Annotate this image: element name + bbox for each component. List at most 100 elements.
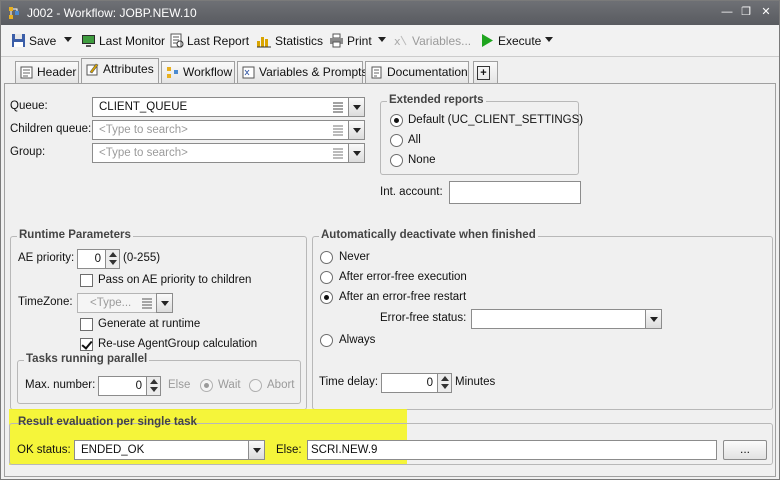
- queue-select[interactable]: CLIENT_QUEUE: [92, 97, 365, 117]
- auto-deactivate-group: Automatically deactivate when finished N…: [312, 229, 773, 410]
- deactivate-after-execution-radio[interactable]: [320, 271, 333, 284]
- print-dropdown-arrow[interactable]: [378, 37, 386, 42]
- last-report-button[interactable]: Last Report: [169, 33, 249, 51]
- time-delay-label: Time delay:: [319, 376, 379, 388]
- error-free-status-select[interactable]: [471, 309, 662, 329]
- list-icon[interactable]: [332, 101, 344, 113]
- tab-workflow[interactable]: Workflow: [161, 61, 235, 83]
- else-label: Else: [168, 379, 191, 391]
- tab-attributes[interactable]: Attributes: [81, 58, 159, 83]
- deactivate-always-radio[interactable]: [320, 334, 333, 347]
- spinner-arrows[interactable]: [146, 377, 160, 395]
- save-dropdown-arrow[interactable]: [64, 37, 72, 42]
- deactivate-after-restart-radio[interactable]: [320, 291, 333, 304]
- group-dropdown-button[interactable]: [348, 143, 365, 163]
- svg-text:x: x: [394, 35, 401, 48]
- printer-icon: [330, 33, 343, 48]
- monitor-icon: [82, 35, 95, 47]
- statistics-button[interactable]: Statistics: [256, 33, 323, 51]
- tab-bar: Header Attributes Workflow Variables & P…: [1, 57, 779, 83]
- queue-dropdown-button[interactable]: [348, 97, 365, 117]
- last-monitor-button[interactable]: Last Monitor: [81, 33, 165, 51]
- minutes-label: Minutes: [455, 376, 496, 388]
- report-all-radio[interactable]: [390, 134, 403, 147]
- maximize-button[interactable]: ❐: [738, 5, 754, 21]
- ae-priority-spinner[interactable]: 0: [77, 249, 120, 269]
- workflow-window: J002 - Workflow: JOBP.NEW.10 — ❐ ✕ Save …: [0, 0, 780, 480]
- pass-priority-checkbox[interactable]: [80, 274, 93, 287]
- extended-reports-title: Extended reports: [387, 94, 486, 106]
- variables-button[interactable]: x Variables...: [394, 33, 471, 51]
- runtime-parameters-title: Runtime Parameters: [17, 229, 133, 241]
- minimize-button[interactable]: —: [719, 5, 735, 21]
- execute-button[interactable]: Execute: [480, 33, 541, 51]
- deactivate-after-restart-label: After an error-free restart: [339, 291, 467, 303]
- ok-status-select[interactable]: ENDED_OK: [74, 440, 265, 460]
- max-number-spinner[interactable]: 0: [98, 376, 161, 396]
- play-icon: [482, 34, 493, 47]
- close-button[interactable]: ✕: [758, 5, 774, 21]
- tab-variables-prompts[interactable]: Variables & Prompts: [237, 61, 368, 83]
- ok-status-dropdown-button[interactable]: [248, 440, 265, 460]
- generate-runtime-label: Generate at runtime: [98, 318, 201, 330]
- report-none-radio[interactable]: [390, 154, 403, 167]
- deactivate-after-execution-label: After error-free execution: [339, 271, 467, 283]
- max-number-label: Max. number:: [25, 379, 96, 391]
- generate-runtime-checkbox[interactable]: [80, 318, 93, 331]
- tasks-parallel-group: Tasks running parallel Max. number: 0 El…: [17, 353, 301, 404]
- deactivate-never-label: Never: [339, 251, 370, 263]
- tab-documentation[interactable]: Documentation: [365, 61, 469, 83]
- report-default-radio[interactable]: [390, 114, 403, 127]
- int-account-input[interactable]: [449, 181, 581, 204]
- tab-documentation-label: Documentation: [387, 65, 468, 79]
- queue-value: CLIENT_QUEUE: [99, 101, 188, 113]
- result-evaluation-group: Result evaluation per single task OK sta…: [9, 416, 773, 465]
- deactivate-always-label: Always: [339, 334, 376, 346]
- workflow-icon: [167, 67, 178, 78]
- ae-priority-value: 0: [94, 253, 101, 265]
- tab-add[interactable]: +: [473, 61, 498, 83]
- else-object-input[interactable]: SCRI.NEW.9: [307, 440, 717, 460]
- abort-label: Abort: [267, 379, 295, 391]
- children-queue-label: Children queue:: [10, 123, 92, 135]
- else-object-value: SCRI.NEW.9: [311, 444, 378, 456]
- browse-button[interactable]: ...: [723, 440, 767, 460]
- last-monitor-label: Last Monitor: [99, 34, 166, 48]
- children-queue-dropdown-button[interactable]: [348, 120, 365, 140]
- documentation-icon: [371, 66, 382, 79]
- children-queue-select[interactable]: <Type to search>: [92, 120, 365, 140]
- tab-header-label: Header: [37, 65, 77, 79]
- list-icon[interactable]: [332, 124, 344, 136]
- wait-label: Wait: [218, 379, 241, 391]
- group-select[interactable]: <Type to search>: [92, 143, 365, 163]
- print-button[interactable]: Print: [329, 33, 372, 51]
- timezone-dropdown-button[interactable]: [156, 293, 173, 313]
- wait-radio[interactable]: [200, 379, 213, 392]
- report-all-label: All: [408, 134, 421, 146]
- variables-label: Variables...: [412, 34, 472, 48]
- abort-radio[interactable]: [249, 379, 262, 392]
- floppy-disk-icon: [12, 34, 25, 47]
- deactivate-never-radio[interactable]: [320, 251, 333, 264]
- spinner-arrows[interactable]: [437, 374, 451, 392]
- reuse-agentgroup-checkbox[interactable]: [80, 338, 93, 351]
- timezone-label: TimeZone:: [18, 296, 73, 308]
- else-status-label: Else:: [276, 444, 302, 456]
- save-button[interactable]: Save: [11, 33, 56, 51]
- group-placeholder: <Type to search>: [99, 147, 188, 159]
- group-label: Group:: [10, 146, 46, 158]
- bar-chart-icon: [257, 37, 271, 48]
- time-delay-spinner[interactable]: 0: [381, 373, 452, 393]
- tab-header[interactable]: Header: [15, 61, 79, 83]
- runtime-parameters-group: Runtime Parameters AE priority: 0 (0-255…: [10, 229, 307, 410]
- timezone-select[interactable]: <Type...: [77, 293, 173, 313]
- execute-dropdown-arrow[interactable]: [545, 37, 553, 42]
- variables-prompts-icon: [242, 66, 255, 79]
- workflow-app-icon: [9, 7, 19, 19]
- spinner-arrows[interactable]: [105, 250, 119, 268]
- list-icon[interactable]: [141, 297, 153, 309]
- error-free-status-dropdown-button[interactable]: [645, 309, 662, 329]
- title-bar: J002 - Workflow: JOBP.NEW.10 — ❐ ✕: [1, 1, 779, 25]
- list-icon[interactable]: [332, 147, 344, 159]
- pass-priority-label: Pass on AE priority to children: [98, 274, 252, 286]
